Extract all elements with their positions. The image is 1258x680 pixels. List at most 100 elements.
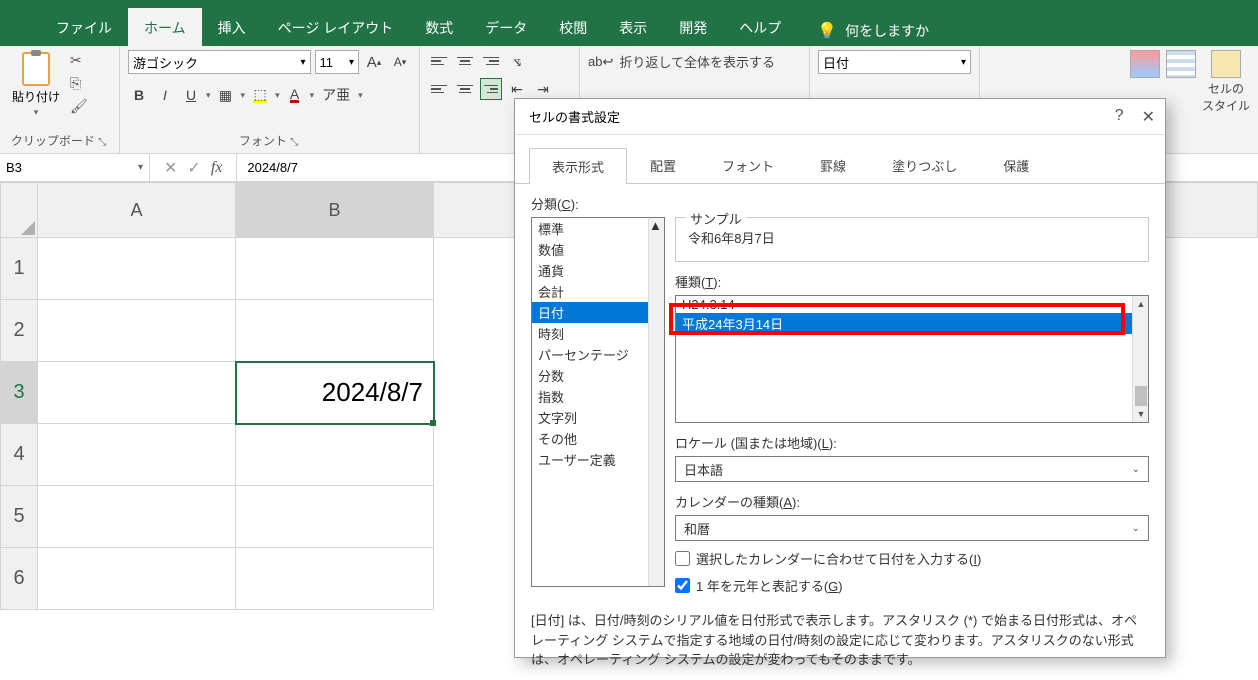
align-right-icon[interactable] (480, 78, 502, 100)
type-item-selected[interactable]: 平成24年3月14日 (676, 313, 1148, 334)
increase-font-icon[interactable]: A▴ (363, 51, 385, 73)
fx-icon[interactable]: fx (211, 159, 223, 177)
increase-indent-icon[interactable]: ⇥ (532, 78, 554, 100)
align-middle-icon[interactable] (454, 50, 476, 72)
tab-file[interactable]: ファイル (40, 8, 128, 46)
category-item[interactable]: 文字列 (532, 407, 664, 428)
cell-b5[interactable] (236, 486, 434, 548)
tab-view[interactable]: 表示 (603, 8, 663, 46)
borders-icon[interactable]: ▦ (215, 84, 237, 106)
tab-developer[interactable]: 開発 (663, 8, 723, 46)
category-item[interactable]: 時刻 (532, 323, 664, 344)
name-box[interactable]: B3 ▾ (0, 154, 150, 181)
category-item[interactable]: 会計 (532, 281, 664, 302)
scroll-up-icon[interactable]: ▲ (649, 218, 664, 233)
cell-a4[interactable] (38, 424, 236, 486)
row-header-3[interactable]: 3 (0, 362, 38, 424)
wrap-text-button[interactable]: ab↩ 折り返して全体を表示する (588, 52, 775, 71)
category-item[interactable]: 数値 (532, 239, 664, 260)
dialog-tab-font[interactable]: フォント (699, 147, 797, 183)
bold-button[interactable]: B (128, 84, 150, 106)
category-list[interactable]: 標準 数値 通貨 会計 日付 時刻 パーセンテージ 分数 指数 文字列 その他 … (531, 217, 665, 587)
category-item[interactable]: 標準 (532, 218, 664, 239)
align-bottom-icon[interactable] (480, 50, 502, 72)
scroll-down-icon[interactable]: ▼ (1133, 406, 1149, 422)
help-icon[interactable]: ? (1115, 107, 1124, 127)
font-name-select[interactable]: 游ゴシック▾ (128, 50, 311, 74)
category-item-selected[interactable]: 日付 (532, 302, 664, 323)
underline-button[interactable]: U (180, 84, 202, 106)
category-item[interactable]: パーセンテージ (532, 344, 664, 365)
col-header-b[interactable]: B (236, 182, 434, 238)
phonetic-dropdown-icon[interactable]: ▾ (358, 90, 363, 101)
cell-styles-button[interactable]: セルの スタイル (1202, 50, 1250, 114)
cell-b4[interactable] (236, 424, 434, 486)
category-item[interactable]: 指数 (532, 386, 664, 407)
conditional-format-button[interactable] (1130, 50, 1160, 78)
type-list[interactable]: H24.3.14 平成24年3月14日 ▲ ▼ (675, 295, 1149, 423)
font-color-dropdown-icon[interactable]: ▾ (310, 90, 315, 101)
col-header-a[interactable]: A (38, 182, 236, 238)
tab-review[interactable]: 校閲 (543, 8, 603, 46)
select-all-corner[interactable] (0, 182, 38, 238)
tab-pagelayout[interactable]: ページ レイアウト (262, 8, 410, 46)
cell-b1[interactable] (236, 238, 434, 300)
type-scrollbar[interactable]: ▲ ▼ (1132, 296, 1148, 422)
enter-icon[interactable]: ✓ (187, 158, 200, 178)
paste-button[interactable]: 貼り付け ▾ (8, 50, 64, 120)
scroll-up-icon[interactable]: ▲ (1133, 296, 1149, 312)
font-color-icon[interactable]: A (284, 84, 306, 106)
cell-a1[interactable] (38, 238, 236, 300)
cell-a5[interactable] (38, 486, 236, 548)
row-header-2[interactable]: 2 (0, 300, 38, 362)
chk1-input[interactable] (675, 551, 690, 566)
format-painter-icon[interactable]: 🖌 (70, 98, 88, 115)
name-box-dropdown-icon[interactable]: ▾ (138, 162, 143, 173)
row-header-5[interactable]: 5 (0, 486, 38, 548)
cell-a6[interactable] (38, 548, 236, 610)
cell-a3[interactable] (38, 362, 236, 424)
row-header-6[interactable]: 6 (0, 548, 38, 610)
align-left-icon[interactable] (428, 78, 450, 100)
cell-a2[interactable] (38, 300, 236, 362)
copy-icon[interactable]: ⎘ (70, 75, 88, 92)
fill-color-icon[interactable]: ⬚ (249, 84, 271, 106)
row-header-4[interactable]: 4 (0, 424, 38, 486)
align-top-icon[interactable] (428, 50, 450, 72)
dialog-tab-fill[interactable]: 塗りつぶし (869, 147, 980, 183)
tell-me[interactable]: 💡 何をしますか (817, 8, 929, 46)
gannen-checkbox[interactable]: 1 年を元年と表記する(G) (675, 576, 1149, 595)
font-size-select[interactable]: 11▾ (315, 50, 360, 74)
dialog-tab-number[interactable]: 表示形式 (529, 148, 627, 184)
decrease-font-icon[interactable]: A▾ (389, 51, 411, 73)
locale-select[interactable]: 日本語 ⌄ (675, 456, 1149, 482)
cell-b6[interactable] (236, 548, 434, 610)
tab-data[interactable]: データ (469, 8, 543, 46)
borders-dropdown-icon[interactable]: ▾ (241, 90, 246, 101)
dialog-tab-border[interactable]: 罫線 (797, 147, 869, 183)
format-table-button[interactable] (1166, 50, 1196, 78)
fill-color-dropdown-icon[interactable]: ▾ (275, 90, 280, 101)
paste-dropdown-icon[interactable]: ▾ (34, 107, 39, 118)
clipboard-launcher-icon[interactable]: ⤡ (98, 137, 108, 148)
category-item[interactable]: 分数 (532, 365, 664, 386)
phonetic-icon[interactable]: ア亜 (318, 84, 354, 106)
cancel-icon[interactable]: ✕ (164, 158, 177, 178)
tab-home[interactable]: ホーム (128, 8, 202, 46)
input-date-by-calendar-checkbox[interactable]: 選択したカレンダーに合わせて日付を入力する(I) (675, 549, 1149, 568)
tab-formulas[interactable]: 数式 (409, 8, 469, 46)
scroll-thumb[interactable] (1135, 386, 1147, 406)
category-item[interactable]: 通貨 (532, 260, 664, 281)
decrease-indent-icon[interactable]: ⇤ (506, 78, 528, 100)
category-scrollbar[interactable]: ▲ (648, 218, 664, 586)
calendar-select[interactable]: 和暦 ⌄ (675, 515, 1149, 541)
font-launcher-icon[interactable]: ⤡ (290, 137, 300, 148)
orientation-icon[interactable]: ⦪ (506, 50, 528, 72)
cell-b2[interactable] (236, 300, 434, 362)
tab-help[interactable]: ヘルプ (723, 8, 797, 46)
dialog-tab-protection[interactable]: 保護 (980, 147, 1052, 183)
underline-dropdown-icon[interactable]: ▾ (206, 90, 211, 101)
close-icon[interactable]: ✕ (1142, 107, 1155, 127)
italic-button[interactable]: I (154, 84, 176, 106)
cell-b3[interactable]: 2024/8/7 (236, 362, 434, 424)
